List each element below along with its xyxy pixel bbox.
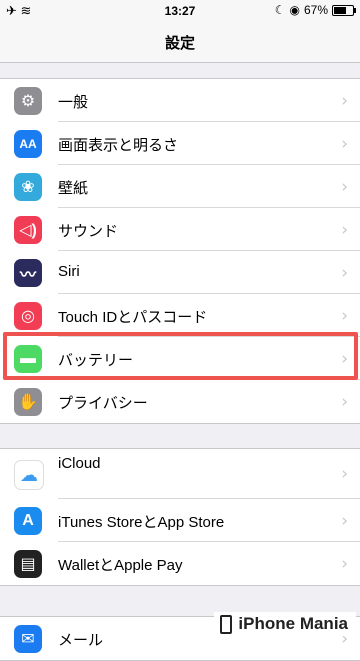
cloud-icon: ☁	[14, 460, 44, 490]
row-label: プライバシー	[58, 395, 148, 412]
battery-fill	[334, 6, 347, 14]
row-sounds[interactable]: ◁) サウンド ›	[0, 208, 360, 251]
chevron-right-icon: ›	[341, 134, 348, 154]
phone-icon	[220, 614, 233, 634]
battery-highlight-box	[3, 332, 358, 380]
chevron-right-icon: ›	[341, 511, 348, 531]
siri-icon: 〰	[14, 259, 42, 287]
chevron-right-icon: ›	[341, 306, 348, 326]
watermark-brand: iPhone Mania	[238, 614, 348, 633]
gear-icon: ⚙	[14, 87, 42, 115]
chevron-right-icon: ›	[341, 554, 348, 574]
row-display[interactable]: AA 画面表示と明るさ ›	[0, 122, 360, 165]
row-label: WalletとApple Pay	[58, 557, 183, 574]
row-wallpaper[interactable]: ❀ 壁紙 ›	[0, 165, 360, 208]
chevron-right-icon: ›	[341, 263, 348, 283]
fingerprint-icon: ◎	[14, 302, 42, 330]
chevron-right-icon: ›	[341, 392, 348, 412]
chevron-right-icon: ›	[341, 464, 348, 484]
chevron-right-icon: ›	[341, 177, 348, 197]
row-label: 画面表示と明るさ	[58, 137, 179, 154]
status-right: ☾ ◉ 67%	[274, 3, 356, 17]
row-label: Touch IDとパスコード	[58, 309, 208, 326]
row-siri[interactable]: 〰 Siri ›	[0, 251, 360, 294]
chevron-right-icon: ›	[341, 91, 348, 111]
row-general[interactable]: ⚙ 一般 ›	[0, 79, 360, 122]
row-icloud[interactable]: ☁ iCloud ›	[0, 449, 360, 499]
row-touchid[interactable]: ◎ Touch IDとパスコード ›	[0, 294, 360, 337]
speaker-icon: ◁)	[14, 216, 42, 244]
battery-status-icon	[332, 4, 356, 16]
row-label: iTunes StoreとApp Store	[58, 514, 225, 531]
page-title: 設定	[164, 35, 195, 52]
row-itunes[interactable]: AiTunes StoreとApp Store ›	[0, 499, 360, 542]
wallet-icon: ▤	[14, 550, 42, 578]
mail-icon: ✉	[14, 625, 42, 653]
navigation-bar: 設定	[0, 22, 360, 63]
flower-icon: ❀	[14, 173, 42, 201]
row-privacy[interactable]: ✋ プライバシー ›	[0, 380, 360, 423]
text-size-icon: AA	[14, 130, 42, 158]
moon-icon: ☾	[274, 3, 286, 17]
status-bar: ✈ ︎≋ 13:27 ☾ ◉ 67%	[0, 0, 360, 22]
hand-icon: ✋	[14, 388, 42, 416]
settings-group-2: ☁ iCloud › AiTunes StoreとApp Store › ▤ Walletと…	[0, 448, 360, 586]
row-label: 壁紙	[58, 180, 89, 197]
app-store-icon: A	[14, 507, 42, 535]
battery-percent: 67%	[303, 3, 328, 17]
row-label: iCloud	[58, 455, 101, 472]
row-wallet[interactable]: ▤ WalletとApple Pay ›	[0, 542, 360, 585]
row-label: Siri	[58, 263, 80, 280]
row-label: サウンド	[58, 223, 119, 240]
watermark-logo: iPhone Mania	[214, 612, 356, 636]
row-label: 一般	[58, 94, 89, 111]
chevron-right-icon: ›	[341, 220, 348, 240]
orientation-lock-icon: ◉	[289, 3, 300, 17]
